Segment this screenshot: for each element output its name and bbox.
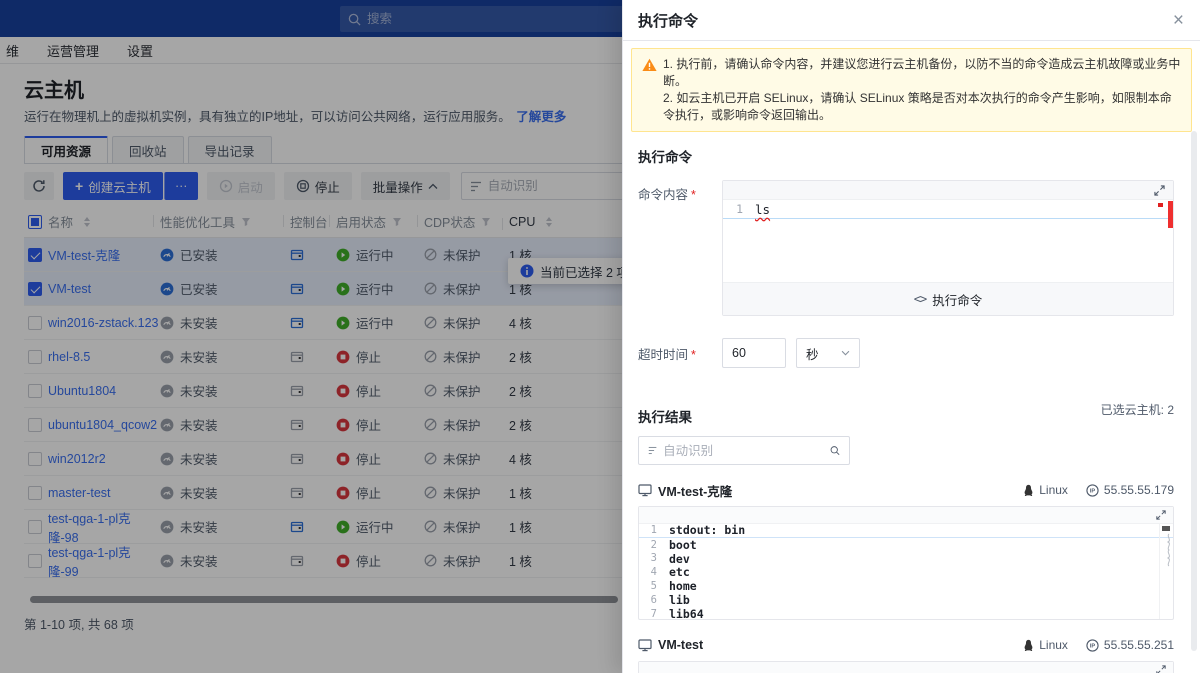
result-meta: Linux IP 55.55.55.251 — [1023, 638, 1174, 652]
ip-icon: IP — [1086, 484, 1099, 497]
required-asterisk: * — [691, 188, 696, 202]
command-content-row: 命令内容* 1 ls — [638, 180, 1174, 316]
results-container: VM-test-克隆 Linux IP 55.55.55.179 1stdout… — [623, 480, 1200, 673]
chevron-down-icon — [841, 350, 850, 356]
output-text: stdout: bin — [669, 524, 745, 537]
result-header: VM-test Linux IP 55.55.55.251 — [638, 635, 1174, 655]
search-icon[interactable] — [830, 444, 840, 457]
timeout-unit-select[interactable]: 秒 — [796, 338, 860, 368]
linux-icon — [1023, 639, 1034, 652]
drawer-header: 执行命令 × — [623, 0, 1200, 41]
svg-text:IP: IP — [1090, 488, 1096, 494]
alert-line-2: 2. 如云主机已开启 SELinux，请确认 SELinux 策略是否对本次执行… — [663, 90, 1181, 124]
run-command-button[interactable]: <> 执行命令 — [914, 290, 982, 309]
output-text: dev — [669, 552, 690, 566]
command-editor-body[interactable]: 1 ls — [723, 200, 1173, 282]
expand-icon[interactable] — [1156, 510, 1166, 520]
run-command-label: 执行命令 — [932, 290, 982, 309]
drawer-title: 执行命令 — [638, 10, 698, 31]
linux-icon — [1023, 484, 1034, 497]
output-scrollbar[interactable] — [1159, 524, 1173, 619]
vm-monitor-icon — [638, 638, 652, 652]
output-line-number: 7 — [639, 608, 669, 619]
filter-lines-icon — [648, 445, 657, 456]
result-search[interactable] — [638, 436, 850, 465]
expand-icon[interactable] — [1156, 665, 1166, 673]
ip-icon: IP — [1086, 639, 1099, 652]
output-line: 7lib64 — [639, 607, 1173, 619]
command-form: 执行命令 命令内容* 1 ls — [623, 146, 1200, 465]
result-search-input[interactable] — [663, 444, 824, 458]
output-line-number: 6 — [639, 594, 669, 606]
command-editor[interactable]: 1 ls <> 执行命令 — [722, 180, 1174, 316]
result-vm-name: VM-test-克隆 — [658, 481, 732, 500]
output-line-number: 1 — [639, 524, 669, 536]
output-line: 4etc — [639, 565, 1173, 579]
result-meta: Linux IP 55.55.55.179 — [1023, 483, 1174, 497]
output-editor[interactable]: 1stdout: bin2boot3dev4etc5home6lib7lib64 — [638, 661, 1174, 673]
section-execute-result: 执行结果 — [638, 406, 692, 426]
output-line-number: 2 — [639, 539, 669, 551]
output-text: lib — [669, 593, 690, 607]
result-os-label: Linux — [1039, 638, 1068, 652]
line-number: 1 — [723, 202, 755, 216]
editor-toolbar — [723, 181, 1173, 200]
warning-icon — [642, 58, 657, 72]
execute-command-drawer: 执行命令 × 1. 执行前，请确认命令内容，并建议您进行云主机备份，以防不当的命… — [622, 0, 1200, 673]
timeout-unit-value: 秒 — [806, 344, 819, 363]
editor-footer: <> 执行命令 — [723, 282, 1173, 315]
svg-text:IP: IP — [1090, 643, 1096, 649]
output-line-number: 4 — [639, 566, 669, 578]
section-execute-command: 执行命令 — [638, 146, 1174, 166]
output-editor-toolbar — [639, 507, 1173, 524]
result-block: VM-test-克隆 Linux IP 55.55.55.179 1stdout… — [638, 480, 1174, 620]
output-text: lib64 — [669, 607, 704, 619]
output-line: 5home — [639, 579, 1173, 593]
command-content-label: 命令内容* — [638, 180, 722, 316]
result-header: VM-test-克隆 Linux IP 55.55.55.179 — [638, 480, 1174, 500]
error-scrollbar-marker — [1168, 201, 1173, 228]
command-text: ls — [755, 202, 770, 217]
output-line: 1stdout: bin — [639, 524, 1173, 538]
output-editor[interactable]: 1stdout: bin2boot3dev4etc5home6lib7lib64 — [638, 506, 1174, 620]
scrollbar-thumb[interactable] — [1162, 526, 1170, 531]
drawer-body: 1. 执行前，请确认命令内容，并建议您进行云主机备份，以防不当的命令造成云主机故… — [623, 41, 1200, 673]
output-line: 2boot — [639, 538, 1173, 552]
result-section-header: 执行结果 已选云主机: 2 — [638, 392, 1174, 426]
output-line: 3dev — [639, 552, 1173, 566]
result-ip: 55.55.55.251 — [1104, 638, 1174, 652]
drawer-scrollbar[interactable] — [1191, 131, 1197, 651]
code-icon: <> — [914, 292, 926, 306]
vm-monitor-icon — [638, 483, 652, 497]
output-body[interactable]: 1stdout: bin2boot3dev4etc5home6lib7lib64 — [639, 524, 1173, 619]
required-asterisk: * — [691, 348, 696, 362]
timeout-row: 超时时间* 秒 — [638, 338, 1174, 368]
output-line: 6lib — [639, 593, 1173, 607]
scroll-annotation — [1162, 533, 1172, 567]
error-marker — [1158, 203, 1163, 207]
expand-icon[interactable] — [1154, 185, 1165, 196]
code-line: 1 ls — [723, 200, 1173, 219]
output-line-number: 3 — [639, 552, 669, 564]
result-block: VM-test Linux IP 55.55.55.251 1stdout: b… — [638, 635, 1174, 673]
output-line-number: 5 — [639, 580, 669, 592]
alert-line-1: 1. 执行前，请确认命令内容，并建议您进行云主机备份，以防不当的命令造成云主机故… — [663, 56, 1181, 90]
selected-vm-count: 已选云主机: 2 — [1101, 401, 1174, 418]
result-ip: 55.55.55.179 — [1104, 483, 1174, 497]
timeout-label: 超时时间* — [638, 344, 722, 363]
close-icon[interactable]: × — [1173, 11, 1184, 30]
modal-overlay — [0, 0, 622, 673]
result-vm-name: VM-test — [658, 638, 703, 652]
warning-alert: 1. 执行前，请确认命令内容，并建议您进行云主机备份，以防不当的命令造成云主机故… — [631, 48, 1192, 132]
result-os-label: Linux — [1039, 483, 1068, 497]
output-text: home — [669, 579, 697, 593]
output-text: boot — [669, 538, 697, 552]
output-editor-toolbar — [639, 662, 1173, 673]
screen: 维 运营管理 设置 云主机 运行在物理机上的虚拟机实例，具有独立的IP地址，可以… — [0, 0, 1200, 673]
output-text: etc — [669, 565, 690, 579]
timeout-input[interactable] — [722, 338, 786, 368]
